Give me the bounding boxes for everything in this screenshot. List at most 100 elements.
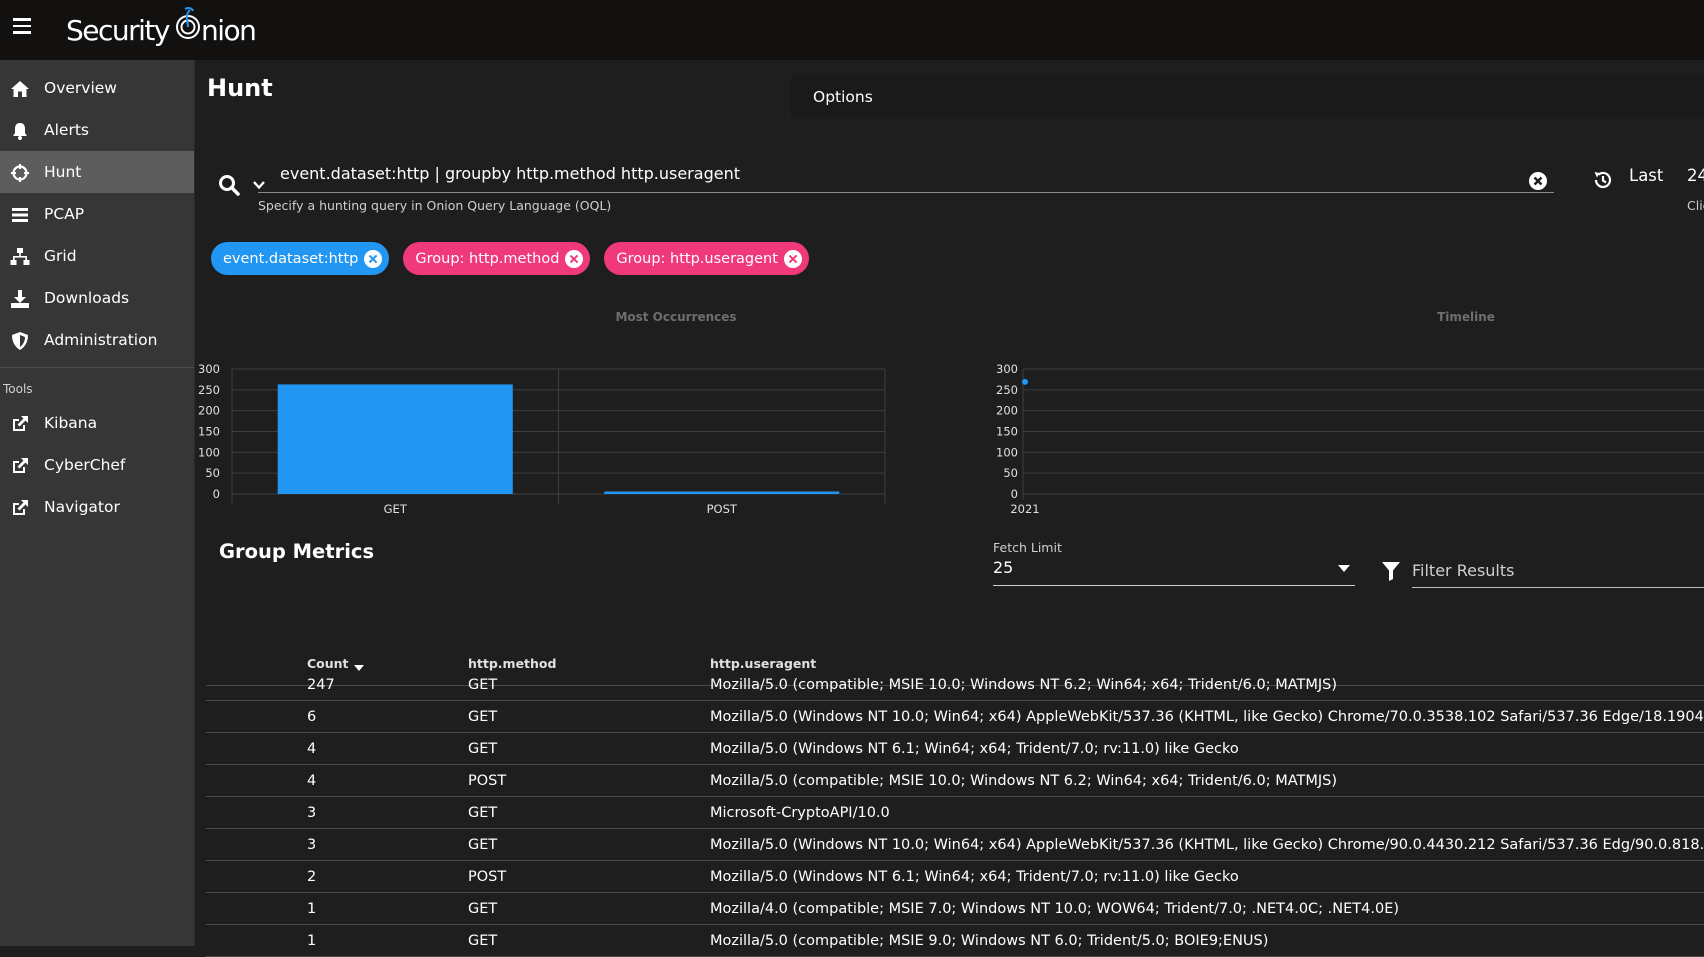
sidebar-item-label: Kibana	[44, 414, 98, 432]
cell-useragent: Mozilla/5.0 (compatible; MSIE 9.0; Windo…	[710, 933, 1269, 949]
filter-results-input[interactable]	[1412, 558, 1704, 582]
fetch-limit-value: 25	[993, 558, 1014, 577]
table-row[interactable]: 247 GET Mozilla/5.0 (compatible; MSIE 10.0…	[206, 669, 1704, 701]
sidebar-item-alerts[interactable]: Alerts	[0, 109, 194, 151]
cell-count: 3	[307, 837, 317, 853]
cell-useragent: Mozilla/5.0 (Windows NT 6.1; Win64; x64;…	[710, 869, 1239, 885]
cell-useragent: Mozilla/5.0 (Windows NT 10.0; Win64; x64…	[710, 709, 1704, 725]
sidebar-item-cyberchef[interactable]: CyberChef	[0, 444, 194, 486]
search-icon[interactable]	[218, 174, 240, 196]
group-chip[interactable]: Group: http.method	[403, 242, 591, 275]
cell-method: GET	[468, 741, 498, 757]
chip-label: event.dataset:http	[223, 250, 359, 267]
sidebar-tools-heading: Tools	[3, 382, 33, 396]
x-tick-label: GET	[384, 502, 408, 516]
remove-chip-icon[interactable]	[364, 249, 383, 268]
bars-icon	[12, 208, 28, 222]
fetch-limit-label: Fetch Limit	[993, 540, 1062, 555]
download-icon	[11, 290, 29, 308]
cell-useragent: Microsoft-CryptoAPI/10.0	[710, 805, 890, 821]
remove-chip-icon[interactable]	[783, 249, 802, 268]
y-tick-label: 0	[1011, 487, 1018, 501]
filter-results-field[interactable]	[1412, 548, 1704, 588]
y-tick-label: 0	[213, 487, 220, 501]
filter-chip[interactable]: event.dataset:http	[211, 242, 390, 275]
sidebar-item-label: Downloads	[44, 289, 130, 307]
table-row[interactable]: 1 GET Mozilla/4.0 (compatible; MSIE 7.0; W…	[206, 893, 1704, 925]
cell-count: 6	[307, 709, 317, 725]
cell-useragent: Mozilla/5.0 (compatible; MSIE 10.0; Wind…	[710, 773, 1338, 789]
y-tick-label: 150	[996, 425, 1018, 439]
query-input[interactable]: event.dataset:http | groupby http.method…	[280, 164, 740, 183]
main-content: Hunt Options event.dataset:http | groupb…	[196, 60, 1704, 957]
chip-label: Group: http.method	[415, 250, 560, 267]
options-panel-header[interactable]: Options	[791, 75, 1704, 119]
group-metrics-title: Group Metrics	[219, 540, 375, 563]
cell-useragent: Mozilla/5.0 (compatible; MSIE 10.0; Wind…	[710, 677, 1338, 693]
table-row[interactable]: 4 GET Mozilla/5.0 (Windows NT 6.1; Win64; …	[206, 733, 1704, 765]
history-icon[interactable]	[1592, 169, 1614, 191]
sidebar-item-label: Hunt	[44, 163, 82, 181]
cell-method: GET	[468, 933, 498, 949]
bar-post	[604, 491, 840, 494]
table-row[interactable]: 3 GET Microsoft-CryptoAPI/10.0	[206, 797, 1704, 829]
x-tick-label: POST	[707, 502, 738, 516]
cell-method: POST	[468, 773, 507, 789]
app-header: Security nion	[0, 0, 1704, 60]
fetch-limit-select[interactable]: Fetch Limit 25	[993, 540, 1355, 586]
query-hint: Specify a hunting query in Onion Query L…	[258, 198, 612, 213]
sidebar-item-administration[interactable]: Administration	[0, 319, 194, 361]
date-range-input[interactable]: 24	[1687, 166, 1704, 185]
sidebar-item-label: Alerts	[44, 121, 89, 139]
cell-method: GET	[468, 837, 498, 853]
clear-query-icon[interactable]	[1528, 171, 1548, 191]
cell-count: 4	[307, 741, 317, 757]
remove-chip-icon[interactable]	[565, 249, 584, 268]
cell-count: 247	[307, 677, 335, 693]
home-icon	[11, 81, 29, 97]
external-link-icon	[13, 458, 28, 473]
table-row[interactable]: 4 POST Mozilla/5.0 (compatible; MSIE 10.0;…	[206, 765, 1704, 797]
shield-icon	[12, 332, 28, 350]
cell-method: POST	[468, 869, 507, 885]
sidebar-item-overview[interactable]: Overview	[0, 67, 194, 109]
sidebar-item-pcap[interactable]: PCAP	[0, 193, 194, 235]
cell-method: GET	[468, 709, 498, 725]
table-row[interactable]: 6 GET Mozilla/5.0 (Windows NT 10.0; Win64;…	[206, 701, 1704, 733]
x-tick-label: 2021	[1010, 502, 1039, 516]
cell-useragent: Mozilla/5.0 (Windows NT 10.0; Win64; x64…	[710, 837, 1704, 853]
logo-text-right: nion	[200, 14, 257, 47]
y-tick-label: 50	[1003, 466, 1018, 480]
sidebar-item-label: CyberChef	[44, 456, 126, 474]
y-tick-label: 100	[198, 445, 220, 459]
cell-useragent: Mozilla/5.0 (Windows NT 6.1; Win64; x64;…	[710, 741, 1239, 757]
menu-icon[interactable]	[13, 18, 33, 38]
y-tick-label: 200	[996, 404, 1018, 418]
table-row[interactable]: 1 GET Mozilla/5.0 (compatible; MSIE 9.0; W…	[206, 925, 1704, 957]
sidebar-item-kibana[interactable]: Kibana	[0, 402, 194, 444]
app-logo[interactable]: Security nion	[66, 6, 257, 47]
query-chips: event.dataset:http Group: http.method Gr…	[211, 242, 809, 275]
cell-method: GET	[468, 901, 498, 917]
table-row[interactable]: 3 GET Mozilla/5.0 (Windows NT 10.0; Win64;…	[206, 829, 1704, 861]
filter-icon	[1382, 562, 1400, 581]
sidebar-divider	[0, 367, 194, 368]
y-tick-label: 300	[996, 362, 1018, 376]
group-chip[interactable]: Group: http.useragent	[604, 242, 809, 275]
cell-method: GET	[468, 677, 498, 693]
sidebar-item-hunt[interactable]: Hunt	[0, 151, 194, 193]
external-link-icon	[13, 416, 28, 431]
cell-count: 2	[307, 869, 317, 885]
y-tick-label: 50	[205, 466, 220, 480]
sidebar-item-navigator[interactable]: Navigator	[0, 486, 194, 528]
y-tick-label: 150	[198, 425, 220, 439]
sidebar-item-label: Navigator	[44, 498, 120, 516]
sidebar: Overview Alerts Hunt PCAP Grid Downloads…	[0, 60, 195, 946]
sitemap-icon	[10, 248, 30, 265]
timeline-chart: 0 50 100 150 200 250 300 2021	[996, 362, 1704, 516]
sidebar-item-downloads[interactable]: Downloads	[0, 277, 194, 319]
sidebar-item-grid[interactable]: Grid	[0, 235, 194, 277]
dropdown-arrow-icon[interactable]	[1338, 565, 1350, 572]
table-row[interactable]: 2 POST Mozilla/5.0 (Windows NT 6.1; Win64;…	[206, 861, 1704, 893]
y-tick-label: 250	[198, 383, 220, 397]
